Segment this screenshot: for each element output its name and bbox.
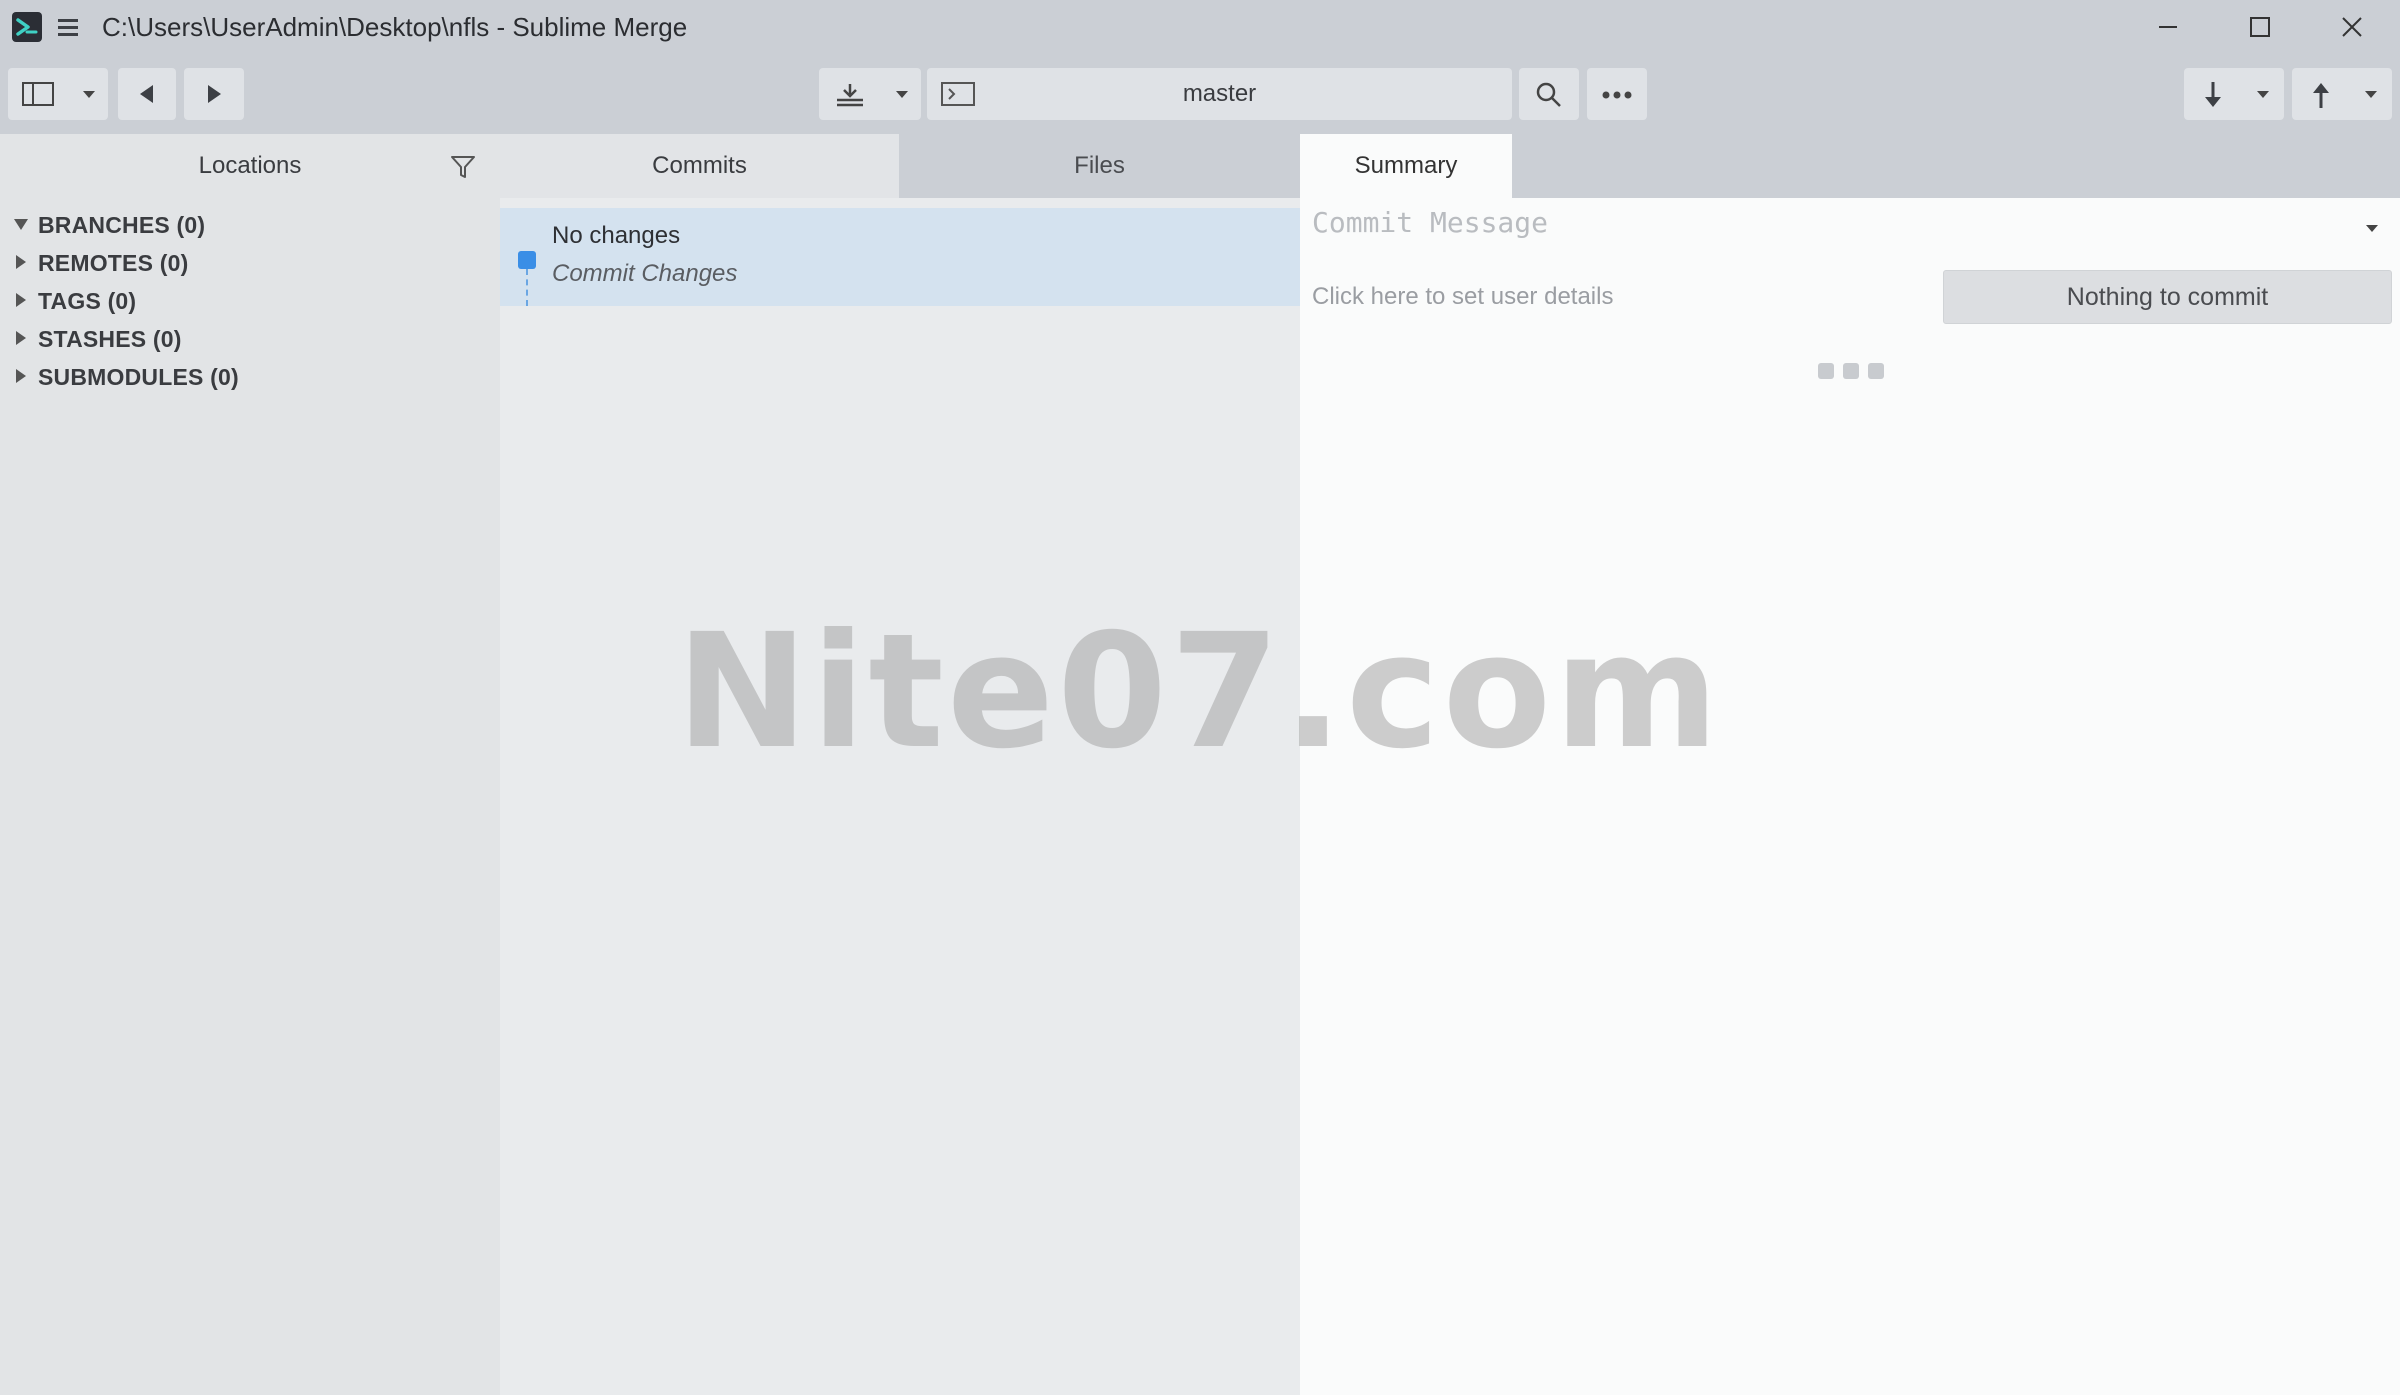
collapsed-arrow-icon [16, 293, 26, 307]
commit-button[interactable]: Nothing to commit [1943, 270, 2392, 324]
maximize-button[interactable] [2214, 0, 2306, 54]
filter-icon[interactable] [450, 154, 476, 180]
back-arrow-icon [140, 85, 153, 103]
more-button[interactable] [1587, 68, 1647, 120]
stash-button[interactable] [819, 68, 921, 120]
summary-panel: Click here to set user details Nothing t… [1300, 198, 2400, 1395]
sidebar-header: Locations [0, 134, 500, 198]
branch-selector[interactable]: master [927, 68, 1512, 120]
search-button[interactable] [1519, 68, 1579, 120]
locations-title: Locations [198, 152, 302, 179]
pull-icon [2205, 82, 2221, 107]
forward-button[interactable] [184, 68, 244, 120]
chevron-down-icon[interactable] [82, 90, 96, 100]
close-button[interactable] [2306, 0, 2398, 54]
commit-title: No changes [552, 222, 681, 249]
collapsed-arrow-icon [16, 255, 26, 269]
commit-graph-line [526, 269, 528, 306]
sidebar-toggle-button[interactable] [8, 68, 108, 120]
locations-list: BRANCHES (0) REMOTES (0) TAGS (0) STASHE… [0, 206, 500, 396]
title-bar: C:\Users\UserAdmin\Desktop\nfls - Sublim… [0, 0, 2400, 54]
commit-node-icon [518, 251, 536, 269]
pull-button[interactable] [2184, 68, 2284, 120]
location-stashes[interactable]: STASHES (0) [0, 320, 500, 358]
close-icon [2342, 17, 2362, 37]
tab-strip-background [1512, 134, 2400, 198]
chevron-down-icon[interactable] [2365, 224, 2379, 234]
stash-icon [837, 84, 863, 107]
sublime-merge-window: C:\Users\UserAdmin\Desktop\nfls - Sublim… [0, 0, 2400, 1395]
more-icon [1602, 91, 1632, 99]
window-title: C:\Users\UserAdmin\Desktop\nfls - Sublim… [102, 12, 688, 42]
forward-arrow-icon [208, 85, 221, 103]
location-remotes[interactable]: REMOTES (0) [0, 244, 500, 282]
collapsed-arrow-icon [16, 331, 26, 345]
commits-panel: No changes Commit Changes [500, 198, 1300, 1395]
maximize-icon [2250, 17, 2270, 37]
location-label: BRANCHES (0) [38, 212, 206, 238]
location-label: REMOTES (0) [38, 250, 189, 276]
set-user-details-link[interactable]: Click here to set user details [1312, 283, 1613, 311]
tab-commits[interactable]: Commits [500, 134, 899, 198]
tab-files[interactable]: Files [899, 134, 1300, 198]
sidebar-toggle-icon [22, 82, 54, 106]
commit-subtitle: Commit Changes [552, 260, 738, 287]
chevron-down-icon[interactable] [2364, 90, 2378, 100]
chevron-down-icon[interactable] [2256, 90, 2270, 100]
tab-summary[interactable]: Summary [1300, 134, 1512, 198]
chevron-down-icon[interactable] [895, 90, 909, 100]
minimize-button[interactable] [2122, 0, 2214, 54]
commit-row[interactable]: No changes Commit Changes [500, 208, 1300, 306]
location-submodules[interactable]: SUBMODULES (0) [0, 358, 500, 396]
minimize-icon [2159, 26, 2177, 28]
location-label: TAGS (0) [38, 288, 137, 314]
locations-sidebar: Locations BRANCHES (0) REMOTES (0) TAGS … [0, 134, 500, 1395]
collapsed-arrow-icon [16, 369, 26, 383]
location-label: STASHES (0) [38, 326, 182, 352]
toolbar: master [0, 54, 2400, 134]
location-branches[interactable]: BRANCHES (0) [0, 206, 500, 244]
location-tags[interactable]: TAGS (0) [0, 282, 500, 320]
commit-message-input[interactable] [1312, 206, 2372, 239]
location-label: SUBMODULES (0) [38, 364, 239, 390]
app-logo-icon [12, 12, 42, 42]
push-button[interactable] [2292, 68, 2392, 120]
loading-indicator [1818, 363, 1888, 381]
branch-name: master [1182, 80, 1257, 107]
expanded-arrow-icon [14, 219, 28, 230]
search-icon [1536, 82, 1561, 107]
push-icon [2313, 83, 2329, 108]
menu-icon[interactable] [56, 16, 80, 38]
back-button[interactable] [118, 68, 176, 120]
